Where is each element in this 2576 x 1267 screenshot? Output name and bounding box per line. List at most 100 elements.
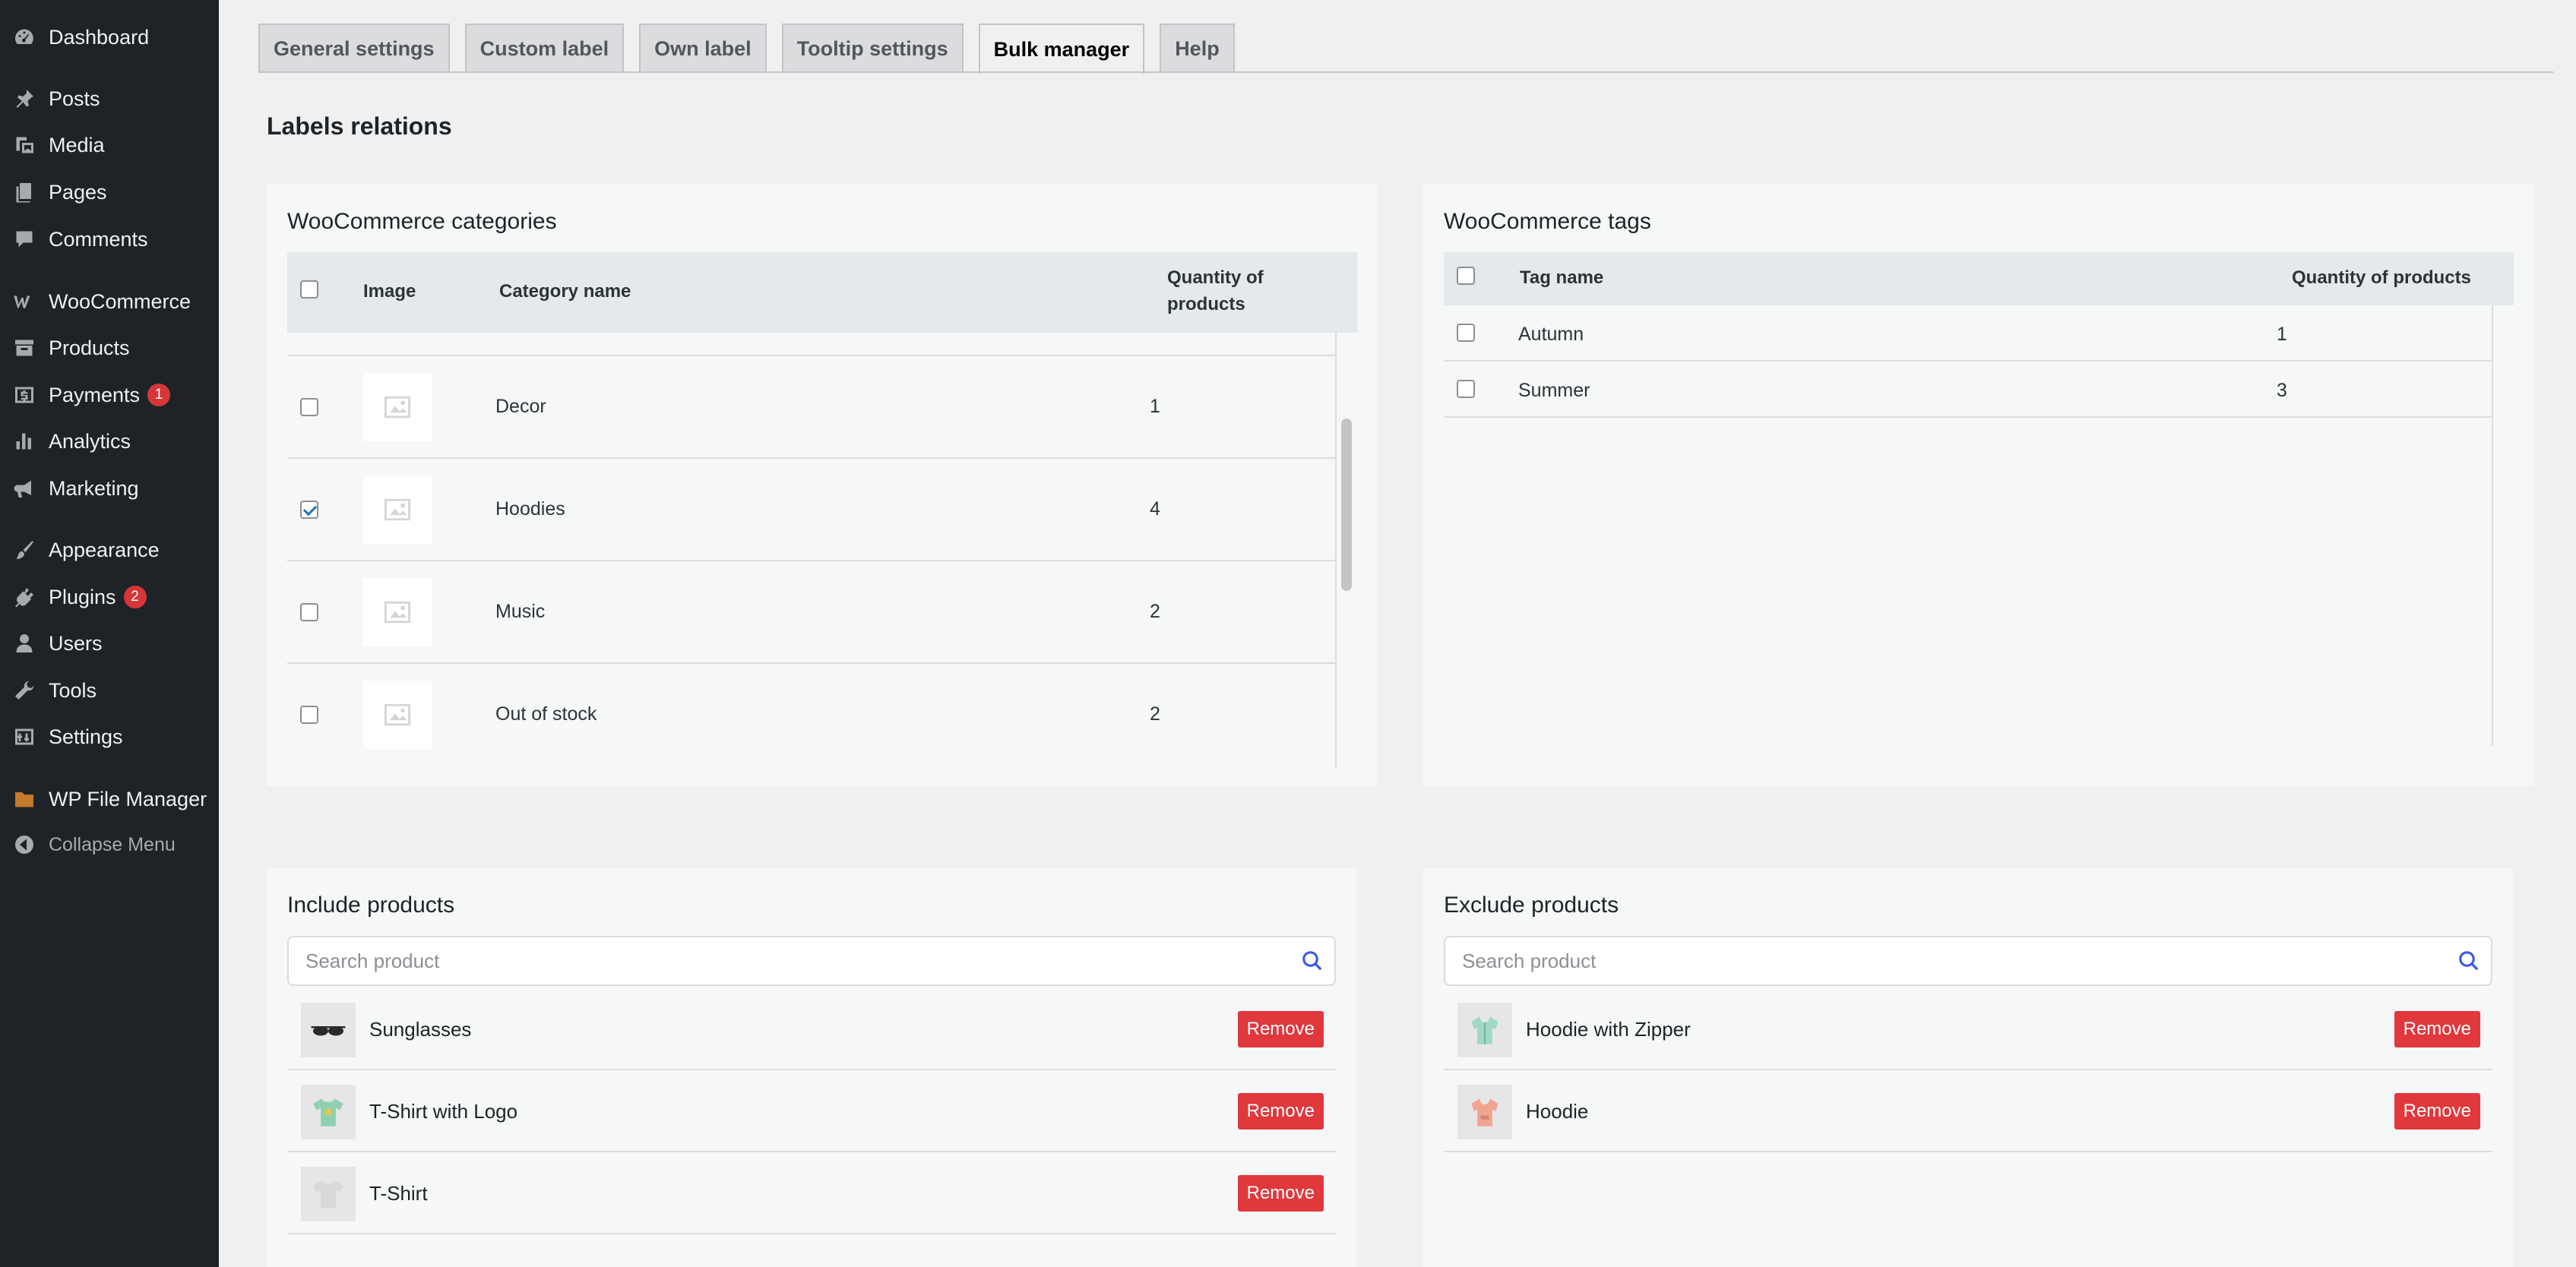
categories-table-header: Image Category name Quantity of products bbox=[287, 252, 1357, 333]
tshirt-icon bbox=[301, 1167, 356, 1221]
list-item: Sunglasses Remove bbox=[287, 988, 1336, 1070]
image-column-header: Image bbox=[363, 281, 416, 302]
remove-button[interactable]: Remove bbox=[1237, 1011, 1324, 1047]
include-search-input[interactable] bbox=[305, 948, 1142, 974]
settings-icon bbox=[0, 725, 49, 748]
menu-item-users[interactable]: Users bbox=[0, 622, 219, 665]
menu-item-products[interactable]: Products bbox=[0, 327, 219, 369]
category-quantity: 2 bbox=[1150, 601, 1160, 622]
menu-item-label: Dashboard bbox=[49, 25, 150, 49]
quantity-column-header-line1: Quantity of bbox=[1167, 267, 1264, 288]
row-checkbox[interactable] bbox=[300, 603, 318, 621]
category-quantity: 1 bbox=[1150, 396, 1160, 417]
category-quantity: 4 bbox=[1150, 498, 1160, 520]
tab-bulk-manager[interactable]: Bulk manager bbox=[978, 24, 1145, 74]
row-checkbox[interactable] bbox=[300, 398, 318, 416]
menu-item-plugins[interactable]: Plugins 2 bbox=[0, 576, 219, 618]
include-products-panel: Include products Sunglasses Remove T-Shi… bbox=[267, 868, 1356, 1267]
image-placeholder bbox=[363, 476, 432, 544]
comment-icon bbox=[0, 228, 49, 251]
table-row[interactable]: Summer 3 bbox=[1444, 362, 2492, 418]
menu-item-appearance[interactable]: Appearance bbox=[0, 529, 219, 571]
dollar-icon bbox=[0, 384, 49, 406]
menu-item-label: Posts bbox=[49, 87, 100, 110]
quantity-column-header-line2: products bbox=[1167, 294, 1245, 314]
tab-tooltip-settings[interactable]: Tooltip settings bbox=[781, 24, 964, 72]
remove-button[interactable]: Remove bbox=[2394, 1093, 2480, 1130]
menu-item-marketing[interactable]: Marketing bbox=[0, 467, 219, 510]
scrollbar-track bbox=[1335, 333, 1337, 767]
menu-item-label: Marketing bbox=[49, 476, 139, 500]
include-search-field bbox=[287, 936, 1336, 986]
hoodie-icon bbox=[1457, 1085, 1512, 1139]
row-checkbox[interactable] bbox=[1457, 324, 1475, 342]
select-all-tags-checkbox[interactable] bbox=[1457, 267, 1475, 285]
search-icon[interactable] bbox=[2457, 949, 2480, 972]
quantity-column-header: Quantity of products bbox=[2292, 267, 2471, 288]
product-name: Hoodie with Zipper bbox=[1526, 1018, 1691, 1041]
categories-panel: WooCommerce categories Image Category na… bbox=[267, 185, 1378, 786]
menu-item-label: Analytics bbox=[49, 429, 131, 453]
pin-icon bbox=[0, 87, 49, 110]
category-name: Music bbox=[495, 601, 546, 622]
tags-title: WooCommerce tags bbox=[1444, 209, 1651, 234]
search-icon[interactable] bbox=[1301, 949, 1324, 972]
row-checkbox[interactable] bbox=[300, 706, 318, 724]
menu-item-analytics[interactable]: Analytics bbox=[0, 420, 219, 463]
menu-item-settings[interactable]: Settings bbox=[0, 716, 219, 758]
page-title: Labels relations bbox=[267, 112, 452, 140]
tag-name: Summer bbox=[1518, 380, 1590, 401]
exclude-search-input[interactable] bbox=[1462, 948, 2299, 974]
image-placeholder bbox=[363, 373, 432, 441]
include-products-title: Include products bbox=[287, 893, 455, 918]
tab-help[interactable]: Help bbox=[1160, 24, 1235, 72]
category-name: Hoodies bbox=[495, 498, 565, 520]
menu-item-wp-file-manager[interactable]: WP File Manager bbox=[0, 778, 219, 820]
tag-quantity: 1 bbox=[2277, 324, 2287, 345]
tab-general-settings[interactable]: General settings bbox=[258, 24, 450, 72]
menu-item-comments[interactable]: Comments bbox=[0, 218, 219, 261]
menu-item-label: Users bbox=[49, 631, 103, 655]
menu-item-dashboard[interactable]: Dashboard bbox=[0, 16, 219, 58]
table-row[interactable]: Hoodies 4 bbox=[287, 459, 1336, 561]
category-name: Out of stock bbox=[495, 703, 597, 725]
megaphone-icon bbox=[0, 477, 49, 500]
table-row[interactable]: Autumn 1 bbox=[1444, 305, 2492, 362]
exclude-products-title: Exclude products bbox=[1444, 893, 1619, 918]
notification-badge: 2 bbox=[123, 586, 147, 608]
menu-item-woocommerce[interactable]: WooCommerce bbox=[0, 280, 219, 323]
table-row[interactable]: Decor 1 bbox=[287, 356, 1336, 459]
list-item: T-Shirt with Logo Remove bbox=[287, 1070, 1336, 1152]
scrollbar-thumb[interactable] bbox=[1341, 419, 1352, 591]
remove-button[interactable]: Remove bbox=[1237, 1175, 1324, 1212]
remove-button[interactable]: Remove bbox=[1237, 1093, 1324, 1130]
collapse-menu-button[interactable]: Collapse Menu bbox=[0, 823, 219, 866]
tab-custom-label[interactable]: Custom label bbox=[464, 24, 625, 72]
remove-button[interactable]: Remove bbox=[2394, 1011, 2480, 1047]
sunglasses-icon bbox=[301, 1003, 356, 1057]
category-name: Decor bbox=[495, 396, 546, 417]
select-all-categories-checkbox[interactable] bbox=[300, 280, 318, 299]
collapse-menu-label: Collapse Menu bbox=[49, 833, 176, 855]
bar-chart-icon bbox=[0, 430, 49, 453]
menu-item-pages[interactable]: Pages bbox=[0, 171, 219, 213]
settings-tabs: General settings Custom label Own label … bbox=[258, 24, 1235, 74]
menu-item-payments[interactable]: Payments 1 bbox=[0, 374, 219, 416]
row-checkbox[interactable] bbox=[1457, 380, 1475, 398]
exclude-products-panel: Exclude products Hoodie with Zipper Remo… bbox=[1423, 868, 2513, 1267]
menu-item-label: Products bbox=[49, 336, 130, 359]
wrench-icon bbox=[0, 679, 49, 702]
menu-item-posts[interactable]: Posts bbox=[0, 77, 219, 120]
table-row[interactable]: Out of stock 2 bbox=[287, 664, 1336, 766]
tab-own-label[interactable]: Own label bbox=[639, 24, 767, 72]
menu-item-tools[interactable]: Tools bbox=[0, 669, 219, 712]
table-row[interactable]: Music 2 bbox=[287, 561, 1336, 664]
exclude-search-field bbox=[1444, 936, 2492, 986]
row-checkbox[interactable] bbox=[300, 501, 318, 519]
menu-item-media[interactable]: Media bbox=[0, 124, 219, 166]
tags-table-header: Tag name Quantity of products bbox=[1444, 252, 2514, 305]
list-item: T-Shirt Remove bbox=[287, 1152, 1336, 1234]
menu-item-label: Comments bbox=[49, 227, 148, 251]
menu-item-label: Settings bbox=[49, 725, 123, 748]
tabs-divider bbox=[258, 71, 2553, 73]
